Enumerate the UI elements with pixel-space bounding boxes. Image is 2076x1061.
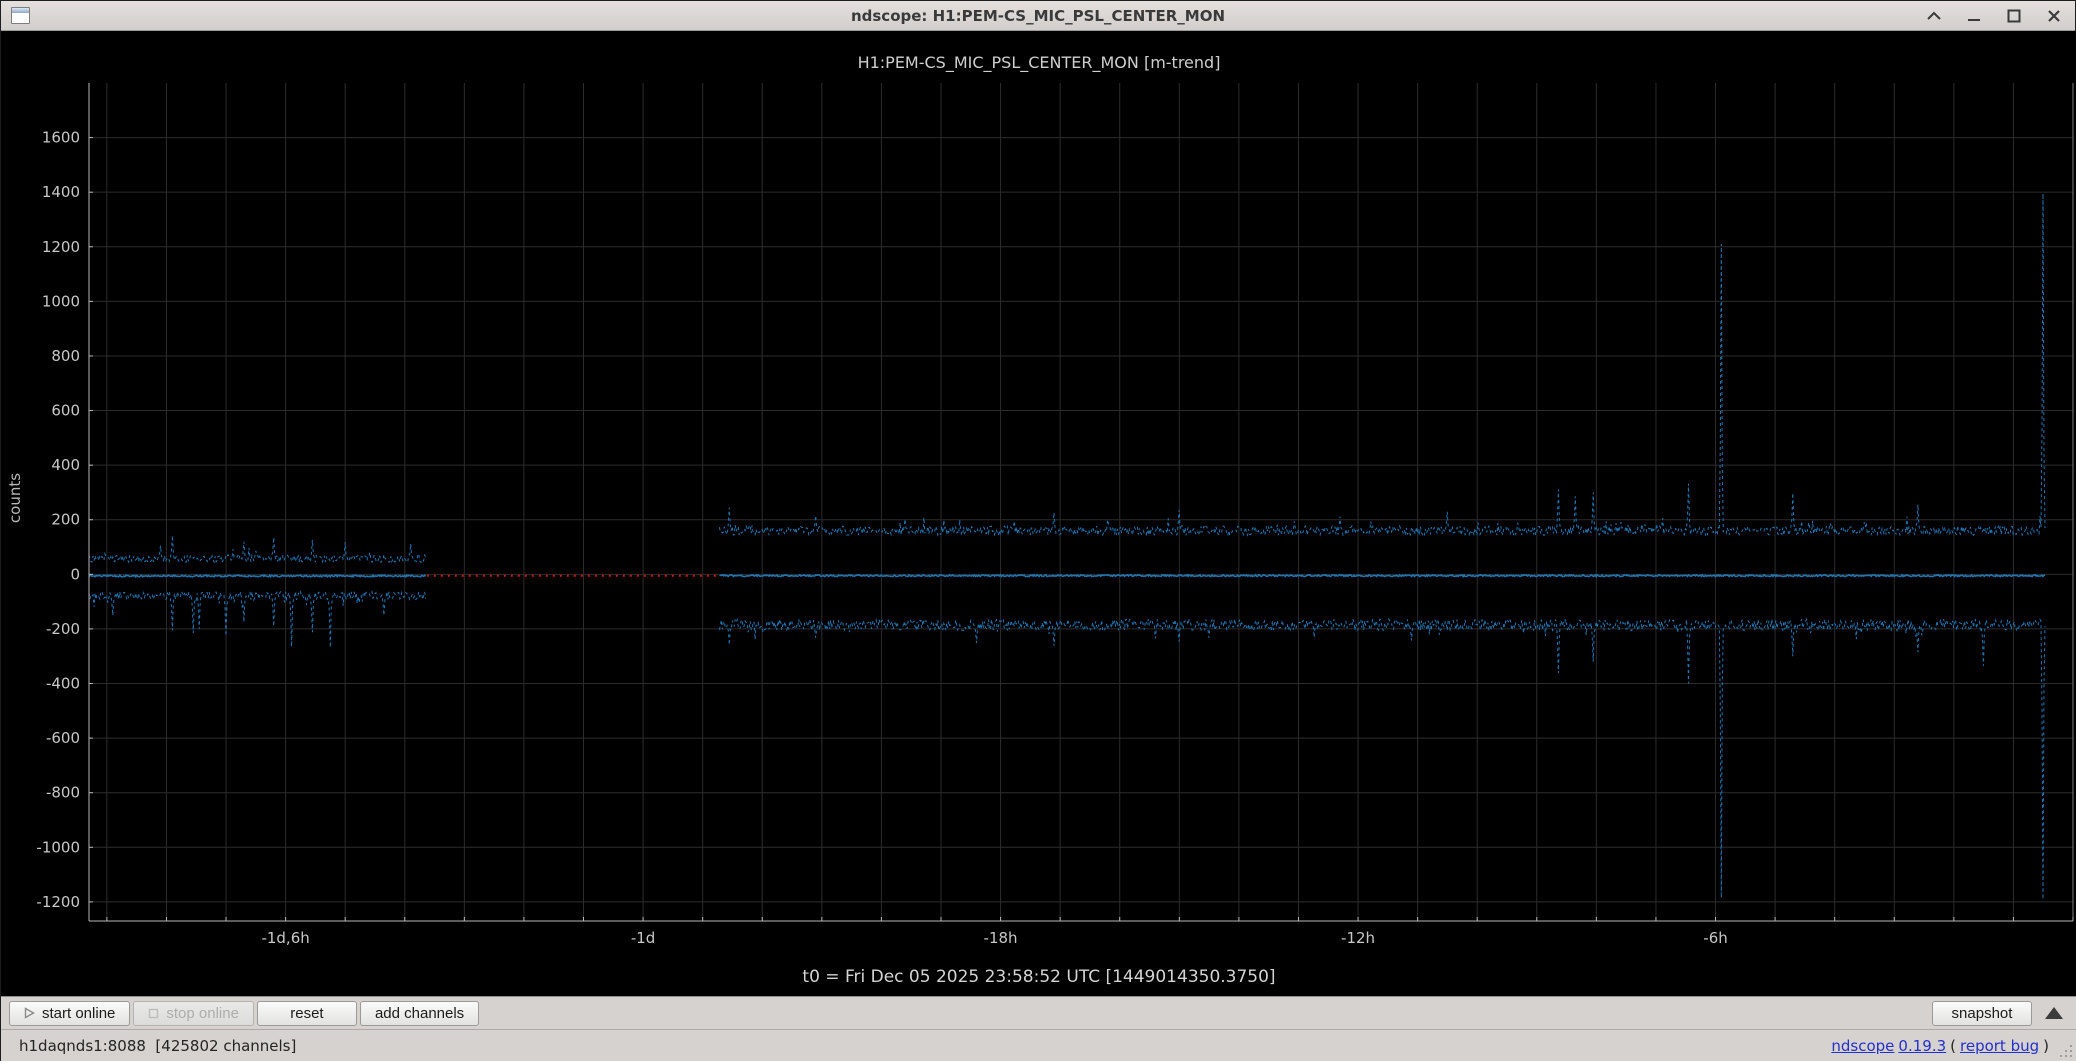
svg-text:-6h: -6h [1703,929,1727,947]
svg-text:400: 400 [51,456,80,474]
stop-online-label: stop online [166,1004,239,1022]
start-online-button[interactable]: start online [9,1000,131,1026]
snapshot-label: snapshot [1951,1004,2013,1022]
svg-text:-1200: -1200 [36,893,80,911]
paren-close: ) [2043,1037,2049,1055]
snapshot-button[interactable]: snapshot [1932,1000,2032,1026]
statusbar: h1daqnds1:8088 [425802 channels] ndscope… [1,1029,2076,1061]
y-axis-label: counts [6,472,24,524]
minimize-icon [1968,19,1980,21]
minimize-button[interactable] [1965,7,1983,25]
svg-text:-12h: -12h [1341,929,1375,947]
titlebar[interactable]: ndscope: H1:PEM-CS_MIC_PSL_CENTER_MON [1,1,2075,31]
maximize-button[interactable] [2005,7,2023,25]
svg-text:-200: -200 [46,620,80,638]
svg-text:1600: 1600 [42,129,80,147]
window-icon [11,7,30,24]
reset-label: reset [290,1004,324,1022]
stop-square-icon [149,1008,159,1018]
toolbar: start online stop online reset add chann… [1,996,2076,1029]
svg-text:-18h: -18h [984,929,1018,947]
reset-button[interactable]: reset [256,1000,357,1026]
statusbar-links: ndscope 0.19.3 (report bug) [1831,1037,2049,1055]
svg-text:1400: 1400 [42,183,80,201]
plot-title: H1:PEM-CS_MIC_PSL_CENTER_MON [m-trend] [857,53,1221,72]
svg-text:600: 600 [51,402,80,420]
add-channels-button[interactable]: add channels [359,1000,480,1026]
t0-label: t0 = Fri Dec 05 2025 23:58:52 UTC [14490… [802,967,1276,987]
add-channels-label: add channels [374,1004,465,1022]
shade-button[interactable] [1925,7,1943,25]
report-bug-link[interactable]: report bug [1960,1037,2039,1055]
paren-open: ( [1950,1037,1956,1055]
play-triangle-icon [24,1007,35,1019]
window-controls [1925,1,2063,31]
window-title: ndscope: H1:PEM-CS_MIC_PSL_CENTER_MON [850,6,1226,25]
svg-text:0: 0 [70,565,80,583]
close-x-icon [2048,10,2060,22]
close-button[interactable] [2045,7,2063,25]
ndscope-link[interactable]: ndscope [1831,1037,1894,1055]
timeseries-plot[interactable]: 1600 1400 1200 1000 800 600 400 200 0 -200 -400 -60… [1,31,2076,996]
svg-text:1000: 1000 [42,292,80,310]
svg-text:-400: -400 [46,675,80,693]
collapse-triangle-up-icon[interactable] [2045,1007,2063,1019]
chevron-up-icon [1927,11,1941,20]
svg-text:-1d: -1d [631,929,655,947]
svg-text:1200: 1200 [42,238,80,256]
resize-grip[interactable] [2059,1044,2073,1058]
version-link[interactable]: 0.19.3 [1898,1037,1946,1055]
svg-text:-1000: -1000 [36,838,80,856]
stop-online-button[interactable]: stop online [133,1000,254,1026]
svg-text:-600: -600 [46,729,80,747]
maximize-icon [2007,9,2021,23]
svg-text:-1d,6h: -1d,6h [261,929,309,947]
svg-text:200: 200 [51,511,80,529]
svg-text:800: 800 [51,347,80,365]
start-online-label: start online [42,1004,116,1022]
svg-text:-800: -800 [46,784,80,802]
ndscope-window: ndscope: H1:PEM-CS_MIC_PSL_CENTER_MON 16… [0,0,2076,1061]
plot-container: 1600 1400 1200 1000 800 600 400 200 0 -200 -400 -60… [1,31,2076,996]
server-info: h1daqnds1:8088 [425802 channels] [19,1037,297,1055]
